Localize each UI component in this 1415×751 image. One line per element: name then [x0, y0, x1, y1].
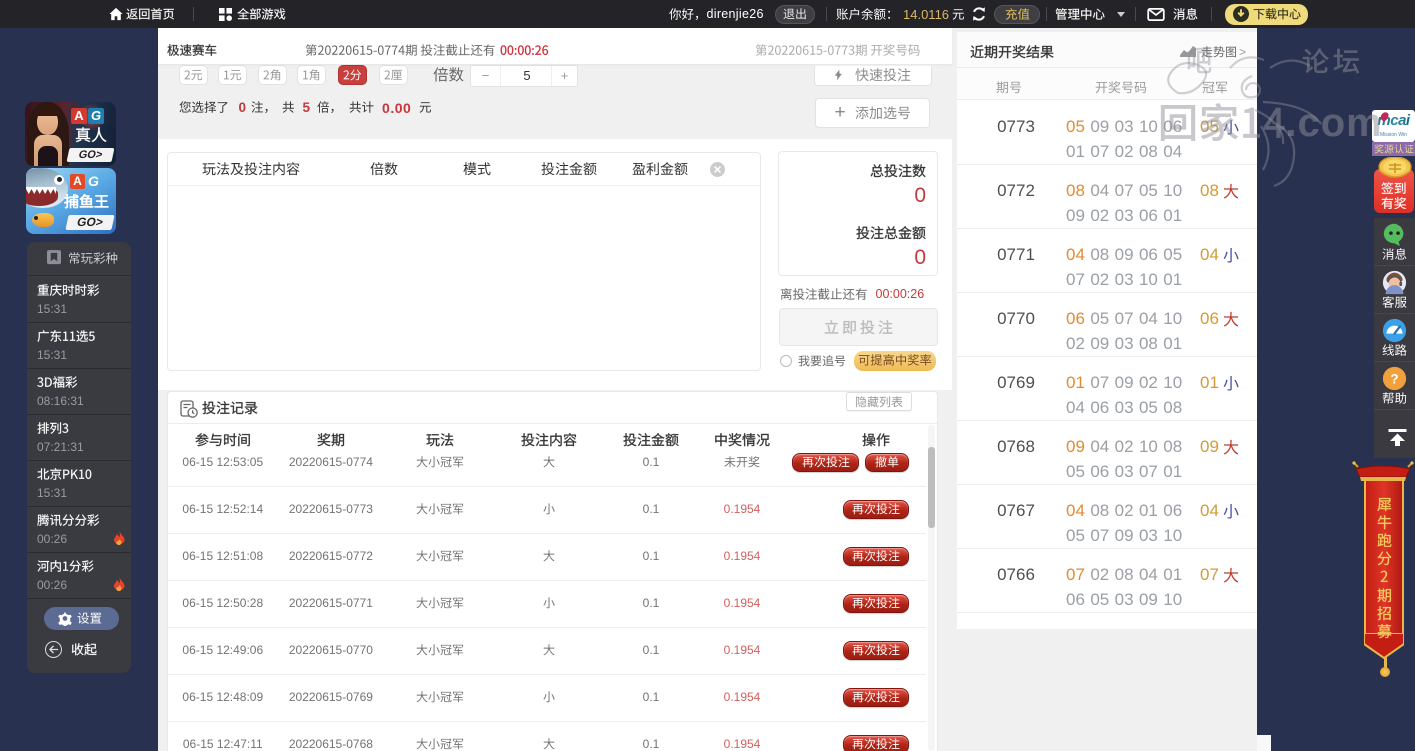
svg-text:?: ? — [1390, 371, 1398, 386]
